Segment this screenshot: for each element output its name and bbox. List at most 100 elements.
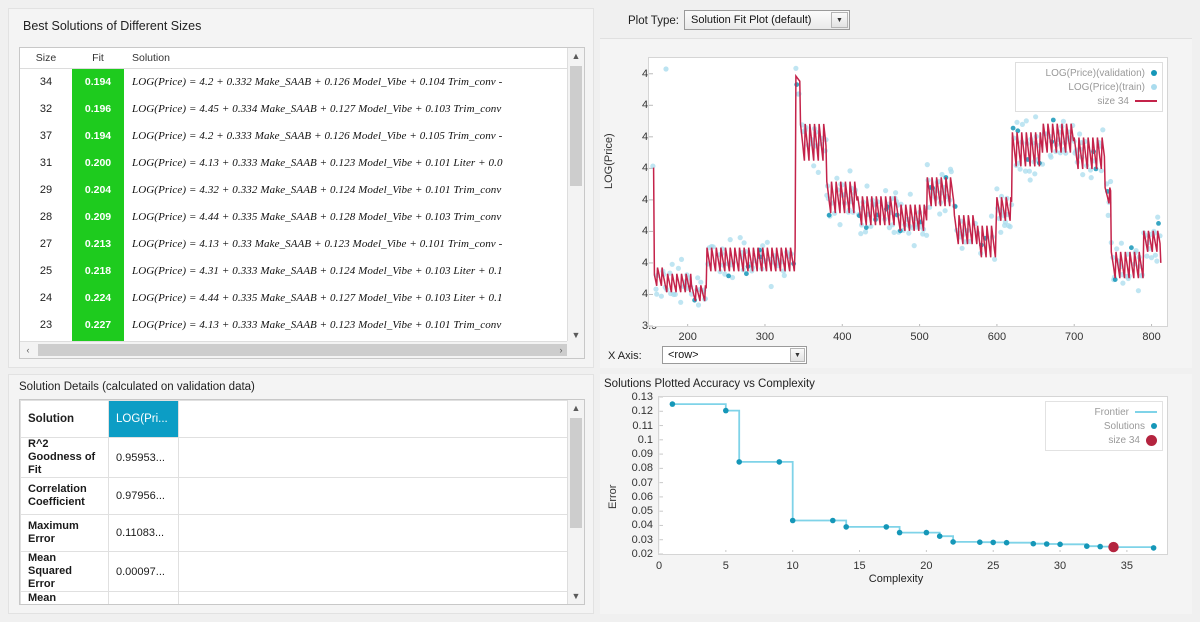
details-row[interactable]: Mean Squared Error 0.00097... bbox=[20, 551, 569, 592]
table-row[interactable]: 34 0.194 LOG(Price) = 4.2 + 0.332 Make_SAA… bbox=[20, 68, 569, 96]
fit-badge: 0.218 bbox=[72, 257, 124, 285]
details-row[interactable]: R^2 Goodness of Fit 0.95953... bbox=[20, 437, 569, 478]
cell-solution: LOG(Price) = 4.45 + 0.334 Make_SAAB + 0.… bbox=[132, 103, 502, 115]
details-row-label: Maximum Error bbox=[20, 514, 109, 552]
highlighted-solution-point bbox=[1108, 541, 1119, 553]
cell-solution: LOG(Price) = 4.13 + 0.333 Make_SAAB + 0.… bbox=[132, 157, 503, 169]
details-row-label: Correlation Coefficient bbox=[20, 477, 109, 515]
cell-solution: LOG(Price) = 4.2 + 0.333 Make_SAAB + 0.1… bbox=[132, 130, 503, 142]
table-row[interactable]: 37 0.194 LOG(Price) = 4.2 + 0.333 Make_SAA… bbox=[20, 122, 569, 150]
fit-plot-y-axis-label: LOG(Price) bbox=[603, 133, 615, 189]
cell-solution: LOG(Price) = 4.31 + 0.333 Make_SAAB + 0.… bbox=[132, 265, 503, 277]
table-row[interactable]: 27 0.213 LOG(Price) = 4.13 + 0.33 Make_SAA… bbox=[20, 230, 569, 258]
cell-fit: 0.196 bbox=[72, 95, 124, 123]
fit-plot-canvas[interactable]: LOG(Price)(validation) LOG(Price)(train) s… bbox=[648, 57, 1168, 327]
pareto-y-tick-label: 0.12 bbox=[631, 405, 653, 418]
cell-fit: 0.194 bbox=[72, 68, 124, 96]
solution-point bbox=[883, 524, 890, 530]
column-header-size[interactable]: Size bbox=[20, 48, 72, 69]
table-row[interactable]: 25 0.218 LOG(Price) = 4.31 + 0.333 Make_SA… bbox=[20, 257, 569, 285]
table-row[interactable]: 31 0.200 LOG(Price) = 4.13 + 0.333 Make_SA… bbox=[20, 149, 569, 177]
plot-type-dropdown[interactable]: Solution Fit Plot (default) ▼ bbox=[684, 10, 850, 30]
solution-point bbox=[789, 517, 796, 524]
vertical-scroll-thumb[interactable] bbox=[570, 66, 582, 186]
solution-details-panel: Solution Details (calculated on validati… bbox=[8, 374, 594, 614]
solution-point bbox=[1030, 540, 1037, 547]
solution-point bbox=[896, 529, 903, 536]
details-scroll-down-icon[interactable]: ▼ bbox=[568, 588, 584, 604]
x-axis-dropdown[interactable]: <row> ▼ bbox=[662, 346, 807, 364]
pareto-x-tick-label: 20 bbox=[920, 560, 933, 572]
fit-badge: 0.200 bbox=[72, 149, 124, 177]
legend-item: size 34 bbox=[1021, 94, 1157, 108]
cell-fit: 0.200 bbox=[72, 149, 124, 177]
details-scroll-up-icon[interactable]: ▲ bbox=[568, 400, 584, 416]
solution-point bbox=[1043, 541, 1050, 547]
chevron-down-icon[interactable]: ▼ bbox=[790, 348, 805, 362]
table-row[interactable]: 32 0.196 LOG(Price) = 4.45 + 0.334 Make_SA… bbox=[20, 95, 569, 123]
cell-size: 37 bbox=[39, 130, 53, 142]
plot-type-value: Solution Fit Plot (default) bbox=[691, 14, 812, 26]
table-row[interactable]: 29 0.204 LOG(Price) = 4.32 + 0.332 Make_SA… bbox=[20, 176, 569, 204]
chevron-down-icon[interactable]: ▼ bbox=[831, 12, 848, 28]
best-solutions-table: Size Fit Solution 34 0.194 LOG(Price) = 4.… bbox=[20, 48, 569, 343]
table-row[interactable]: 28 0.209 LOG(Price) = 4.44 + 0.335 Make_SA… bbox=[20, 203, 569, 231]
cell-size: 24 bbox=[39, 292, 53, 304]
legend-dot-swatch bbox=[1151, 84, 1157, 90]
scroll-left-icon[interactable]: ‹ bbox=[20, 342, 36, 358]
best-solutions-vertical-scrollbar[interactable]: ▲ ▼ bbox=[567, 48, 584, 343]
pareto-y-tick-label: 0.09 bbox=[631, 448, 653, 461]
cell-solution: LOG(Price) = 4.44 + 0.335 Make_SAAB + 0.… bbox=[132, 211, 502, 223]
fit-badge: 0.213 bbox=[72, 230, 124, 258]
pareto-y-tick-label: 0.13 bbox=[631, 391, 653, 403]
pareto-plot-canvas[interactable]: Frontier Solutions size 34 bbox=[658, 396, 1168, 555]
pareto-x-axis-label: Complexity bbox=[868, 573, 924, 585]
details-row[interactable]: Correlation Coefficient 0.97956... bbox=[20, 477, 569, 515]
column-header-solution[interactable]: Solution bbox=[124, 48, 569, 69]
pareto-x-tick-label: 0 bbox=[655, 560, 663, 572]
solution-point bbox=[736, 459, 742, 465]
details-row-filler bbox=[178, 551, 569, 592]
details-vertical-scroll-thumb[interactable] bbox=[570, 418, 582, 528]
legend-dot-swatch bbox=[1151, 70, 1157, 76]
details-header-selected-column[interactable]: LOG(Pri... bbox=[108, 400, 179, 438]
legend-item: size 34 bbox=[1051, 433, 1157, 447]
cell-size: 34 bbox=[39, 76, 53, 88]
solution-details-vertical-scrollbar[interactable]: ▲ ▼ bbox=[567, 400, 584, 604]
pareto-x-tick-label: 5 bbox=[722, 560, 729, 572]
solution-point bbox=[843, 524, 849, 530]
best-solutions-scroll-viewport[interactable]: Size Fit Solution 34 0.194 LOG(Price) = 4.… bbox=[20, 48, 569, 343]
fit-badge: 0.194 bbox=[72, 122, 124, 150]
fit-badge: 0.196 bbox=[72, 95, 124, 123]
solution-point bbox=[977, 539, 983, 545]
details-row-value: 0.00097... bbox=[108, 551, 179, 592]
solution-fit-plot-panel: LOG(Price) 3.944.14.24.34.44.54.64.7 200… bbox=[600, 38, 1192, 368]
symbolic-regression-results-window: Best Solutions of Different Sizes Size F… bbox=[0, 0, 1200, 622]
cell-fit: 0.224 bbox=[72, 284, 124, 312]
column-header-fit[interactable]: Fit bbox=[72, 48, 124, 69]
details-row-filler bbox=[178, 477, 569, 515]
horizontal-scroll-thumb[interactable] bbox=[38, 344, 584, 356]
best-solutions-horizontal-scrollbar[interactable]: ‹ › bbox=[20, 341, 584, 358]
best-solutions-title: Best Solutions of Different Sizes bbox=[23, 19, 202, 33]
cell-size: 28 bbox=[39, 211, 53, 223]
table-row[interactable]: 24 0.224 LOG(Price) = 4.44 + 0.335 Make_SA… bbox=[20, 284, 569, 312]
details-row[interactable]: Mean Absolute Error0.02425... bbox=[20, 591, 569, 604]
x-axis-label: X Axis: bbox=[608, 350, 642, 362]
details-row[interactable]: Maximum Error 0.11083... bbox=[20, 514, 569, 552]
legend-line-swatch bbox=[1135, 411, 1157, 413]
fit-x-tick-label: 300 bbox=[755, 331, 775, 343]
legend-label: size 34 bbox=[1097, 95, 1129, 107]
fit-plot-legend: LOG(Price)(validation) LOG(Price)(train) s… bbox=[1015, 62, 1163, 112]
plot-type-toolbar: Plot Type: Solution Fit Plot (default) ▼ bbox=[600, 8, 1192, 38]
cell-size: 25 bbox=[39, 265, 53, 277]
solution-details-viewport[interactable]: Solution LOG(Pri... R^2 Goodness of Fit 0… bbox=[20, 400, 569, 604]
fit-badge: 0.194 bbox=[72, 68, 124, 96]
pareto-y-tick-label: 0.03 bbox=[631, 533, 653, 546]
table-row[interactable]: 23 0.227 LOG(Price) = 4.13 + 0.333 Make_SA… bbox=[20, 311, 569, 339]
scroll-up-icon[interactable]: ▲ bbox=[568, 48, 584, 64]
accuracy-vs-complexity-title: Solutions Plotted Accuracy vs Complexity bbox=[604, 378, 815, 390]
solution-point bbox=[669, 401, 676, 407]
details-row-value: 0.11083... bbox=[108, 514, 179, 552]
fit-badge: 0.224 bbox=[72, 284, 124, 312]
